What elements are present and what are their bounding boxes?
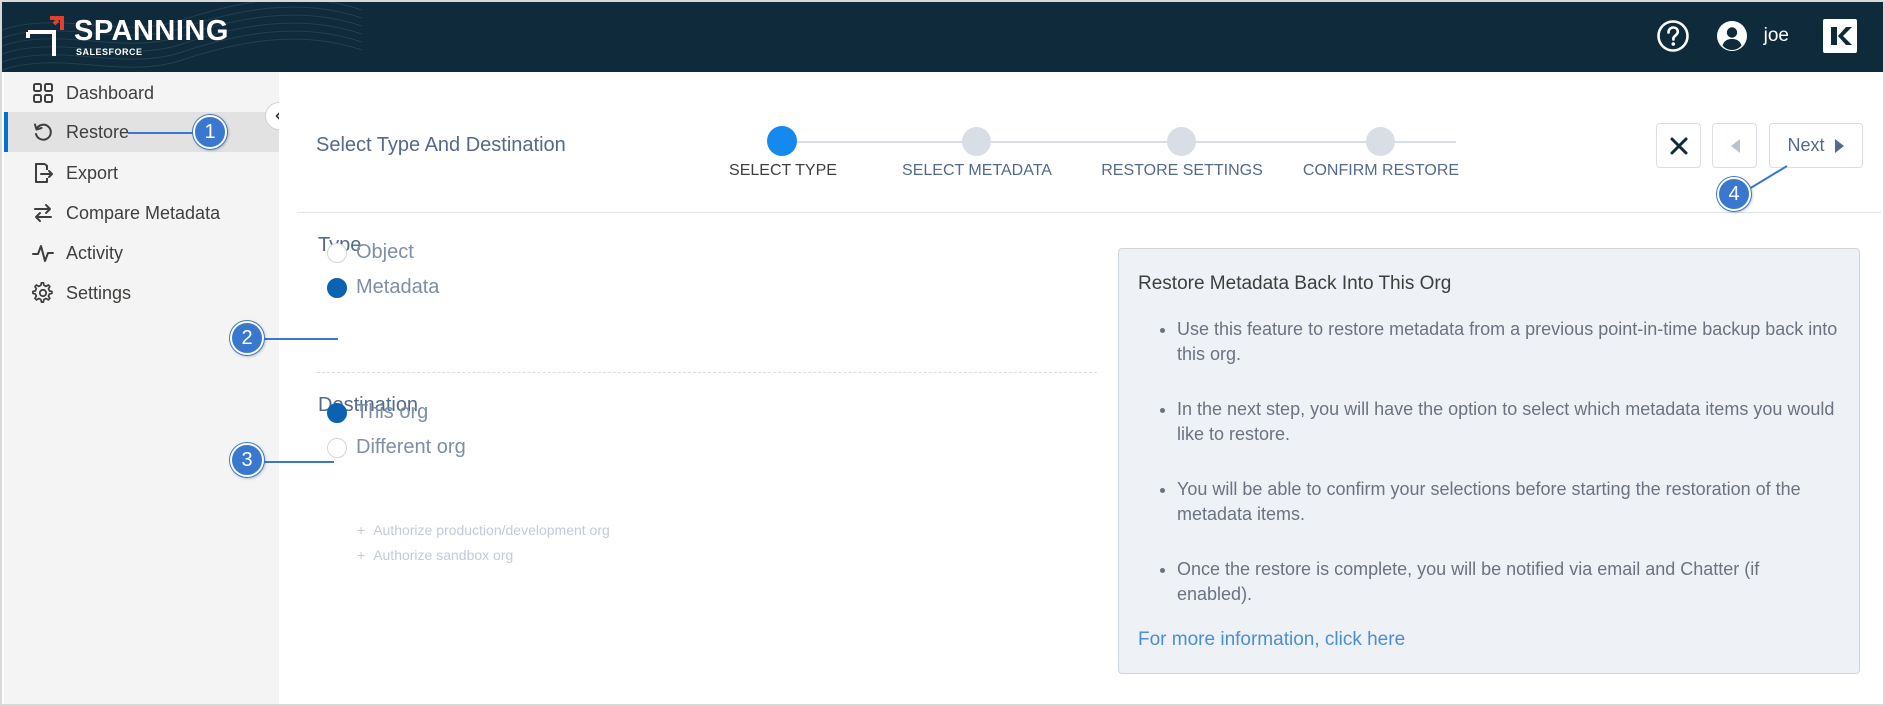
info-bullet: Once the restore is complete, you will b… xyxy=(1177,557,1839,607)
user-avatar-icon[interactable] xyxy=(1716,20,1748,52)
callout-3: 3 xyxy=(230,443,264,477)
sidebar-item-compare-metadata[interactable]: Compare Metadata xyxy=(4,193,279,233)
destination-option-different-org[interactable]: Different org xyxy=(327,436,466,459)
info-bullet-list: Use this feature to restore metadata fro… xyxy=(1177,317,1839,637)
gear-icon xyxy=(32,282,53,303)
radio-label: Metadata xyxy=(356,276,440,298)
more-info-link[interactable]: For more information, click here xyxy=(1138,629,1405,651)
spanning-logo-icon xyxy=(26,16,64,56)
help-icon[interactable] xyxy=(1656,19,1690,53)
type-option-object[interactable]: Object xyxy=(327,241,414,264)
export-icon xyxy=(35,163,53,183)
step-dot-select-type xyxy=(767,126,797,156)
step-label-confirm-restore: CONFIRM RESTORE xyxy=(1302,162,1460,179)
sidebar-item-label: Dashboard xyxy=(66,82,155,103)
radio-button-metadata[interactable] xyxy=(327,277,347,298)
step-label-select-type: SELECT TYPE xyxy=(729,162,837,179)
radio-button-different-org[interactable] xyxy=(327,437,347,458)
sidebar-item-dashboard[interactable]: Dashboard xyxy=(4,73,279,113)
section-separator xyxy=(317,372,1097,373)
sidebar-item-label: Activity xyxy=(66,242,124,263)
sidebar-item-export[interactable]: Export xyxy=(4,153,279,193)
info-bullet: Use this feature to restore metadata fro… xyxy=(1177,317,1839,367)
stepper-track xyxy=(782,141,1456,143)
sidebar-item-label: Settings xyxy=(66,282,132,303)
radio-button-this-org[interactable] xyxy=(327,402,347,423)
user-name[interactable]: joe xyxy=(1764,25,1789,47)
callout-line-1 xyxy=(128,132,198,134)
main-content: Select Type And Destination SELECT TYPE … xyxy=(279,72,1881,702)
authorize-sandbox-link[interactable]: + Authorize sandbox org xyxy=(357,547,513,563)
top-header: SPANNING SALESFORCE joe xyxy=(2,2,1883,72)
plus-icon: + xyxy=(357,522,366,538)
sidebar-nav: Dashboard Restore Export Compare Metadat… xyxy=(4,72,279,704)
activity-pulse-icon xyxy=(32,245,54,262)
spanning-logo[interactable]: SPANNING SALESFORCE xyxy=(24,16,229,58)
sidebar-item-activity[interactable]: Activity xyxy=(4,233,279,273)
kaseya-k-icon xyxy=(1831,27,1852,45)
triangle-left-icon xyxy=(1730,138,1740,153)
step-dot-select-metadata xyxy=(962,127,991,156)
sidebar-item-settings[interactable]: Settings xyxy=(4,273,279,313)
kaseya-brand-icon[interactable] xyxy=(1823,19,1857,53)
callout-line-3 xyxy=(258,461,334,463)
info-panel: Restore Metadata Back Into This Org Use … xyxy=(1118,248,1860,674)
grid-icon xyxy=(33,83,53,103)
callout-2: 2 xyxy=(230,321,264,355)
info-bullet: You will be able to confirm your selecti… xyxy=(1177,477,1839,527)
callout-4: 4 xyxy=(1717,177,1751,211)
close-icon xyxy=(1670,137,1687,154)
wizard-stepper: SELECT TYPE SELECT METADATA RESTORE SETT… xyxy=(279,72,1881,212)
authorize-sandbox-label: Authorize sandbox org xyxy=(373,547,514,563)
info-title: Restore Metadata Back Into This Org xyxy=(1138,273,1452,294)
radio-label: Different org xyxy=(356,436,466,458)
triangle-right-icon xyxy=(1834,138,1844,153)
step-dot-confirm-restore xyxy=(1366,127,1395,156)
cancel-button[interactable] xyxy=(1656,123,1701,168)
app-window: SPANNING SALESFORCE joe Dashboard Restor… xyxy=(0,0,1885,706)
info-bullet: In the next step, you will have the opti… xyxy=(1177,397,1839,447)
authorize-production-label: Authorize production/development org xyxy=(373,522,610,538)
restore-icon xyxy=(34,123,52,141)
radio-label: Object xyxy=(356,241,414,263)
radio-label: This org xyxy=(356,401,429,423)
brand-subtitle: SALESFORCE xyxy=(76,47,143,57)
authorize-production-link[interactable]: + Authorize production/development org xyxy=(357,522,610,538)
next-button-label: Next xyxy=(1787,135,1825,155)
callout-line-2 xyxy=(258,338,338,340)
destination-option-this-org[interactable]: This org xyxy=(327,401,428,424)
brand-title: SPANNING xyxy=(74,15,229,47)
step-label-restore-settings: RESTORE SETTINGS xyxy=(1101,162,1263,179)
header-divider xyxy=(297,212,1881,213)
callout-1: 1 xyxy=(193,115,227,149)
sidebar-item-label: Export xyxy=(66,162,119,183)
sidebar-item-label: Compare Metadata xyxy=(66,202,221,223)
sidebar-item-label: Restore xyxy=(66,121,130,142)
type-option-metadata[interactable]: Metadata xyxy=(327,276,439,299)
radio-button-object[interactable] xyxy=(327,242,347,263)
plus-icon: + xyxy=(357,547,366,563)
compare-arrows-icon xyxy=(34,204,52,222)
step-dot-restore-settings xyxy=(1167,127,1196,156)
step-label-select-metadata: SELECT METADATA xyxy=(902,162,1052,179)
